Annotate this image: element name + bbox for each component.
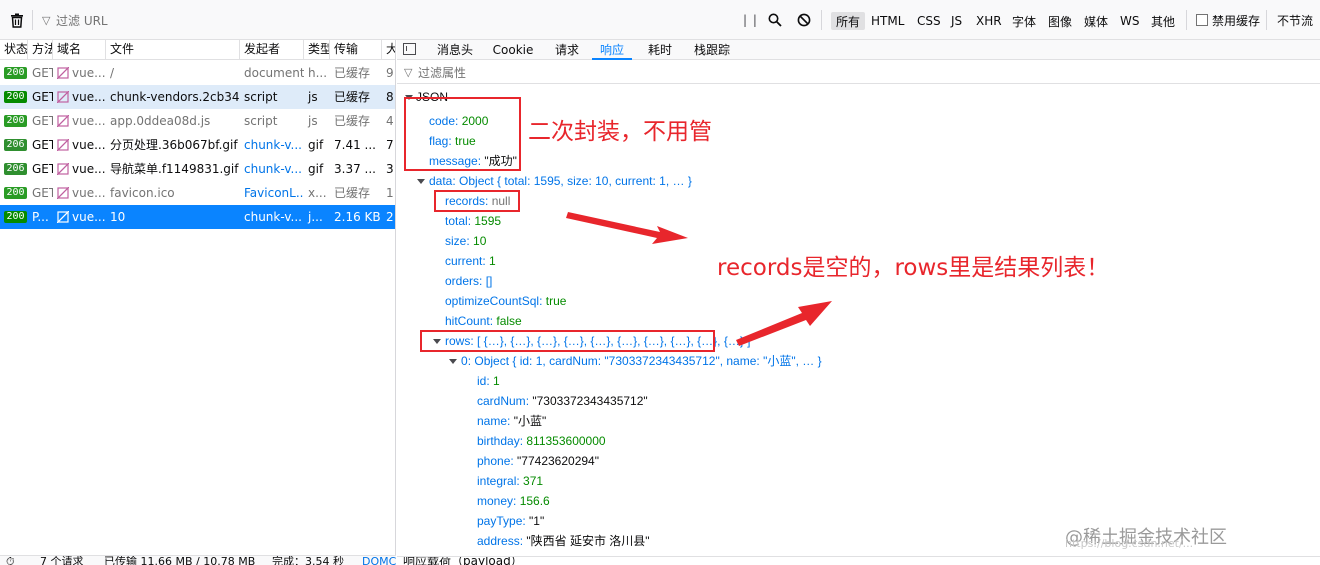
arrow-to-rows [736, 301, 832, 346]
annotation-arrows [566, 212, 832, 346]
watermark-subtext: https://blog.csdn.net/... [1065, 537, 1194, 550]
watermark: @稀土掘金技术社区 https://blog.csdn.net/... [1065, 523, 1227, 550]
arrow-to-records [566, 212, 688, 244]
